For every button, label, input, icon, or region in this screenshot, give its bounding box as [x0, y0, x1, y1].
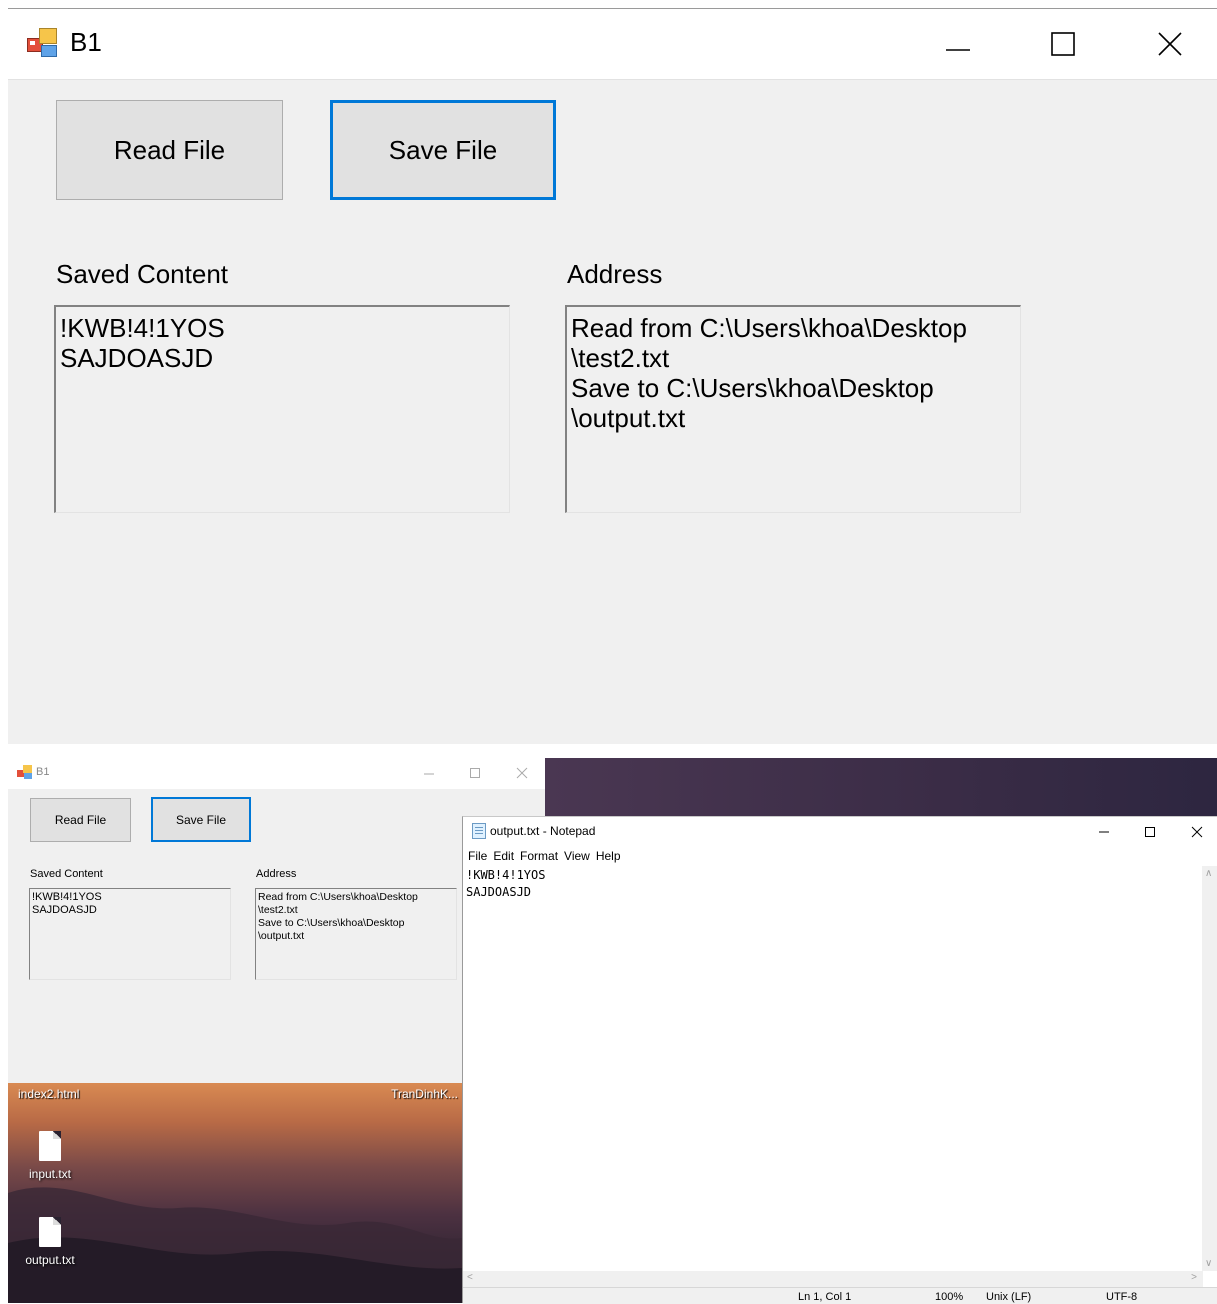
vertical-scrollbar[interactable]: ∧ ∨	[1202, 866, 1217, 1271]
saved-content-label: Saved Content	[30, 868, 103, 880]
text-file-icon	[39, 1131, 61, 1161]
scroll-right-icon[interactable]: >	[1191, 1272, 1197, 1283]
close-icon	[1158, 32, 1182, 56]
close-icon	[1191, 826, 1203, 838]
saved-content-textbox[interactable]: !KWB!4!1YOS SAJDOASJD	[54, 305, 510, 513]
maximize-button[interactable]	[464, 764, 486, 782]
address-textbox[interactable]: Read from C:\Users\khoa\Desktop \test2.t…	[565, 305, 1021, 513]
status-zoom: 100%	[935, 1291, 964, 1303]
desktop-icon-label: input.txt	[28, 1167, 72, 1181]
maximize-icon	[1051, 32, 1075, 56]
address-label: Address	[567, 259, 663, 289]
minimize-button[interactable]	[418, 764, 440, 782]
notepad-menu-bar: File Edit Format View Help	[467, 849, 626, 863]
text-file-icon	[39, 1217, 61, 1247]
minimize-icon	[424, 773, 434, 775]
close-button[interactable]	[511, 764, 533, 782]
close-button[interactable]	[1186, 823, 1208, 841]
desktop-icon-output-txt[interactable]: output.txt	[10, 1217, 90, 1267]
minimize-button[interactable]	[938, 21, 978, 67]
menu-file[interactable]: File	[467, 849, 492, 863]
maximize-button[interactable]	[1043, 21, 1083, 67]
title-bar[interactable]: B1	[8, 758, 545, 789]
saved-content-label: Saved Content	[56, 259, 229, 289]
save-file-button[interactable]: Save File	[151, 797, 251, 842]
menu-edit[interactable]: Edit	[492, 849, 519, 863]
notepad-window: output.txt - Notepad File Edit Format Vi…	[462, 816, 1217, 1304]
window-title: B1	[70, 27, 102, 57]
horizontal-scrollbar[interactable]: < >	[463, 1271, 1203, 1287]
saved-content-textbox[interactable]: !KWB!4!1YOS SAJDOASJD	[29, 888, 231, 980]
maximize-icon	[1145, 827, 1155, 837]
app-form-icon	[17, 765, 33, 780]
notepad-title: output.txt - Notepad	[490, 824, 596, 838]
address-label: Address	[256, 868, 297, 880]
desktop-label-trandinhk: TranDinhK...	[391, 1087, 458, 1101]
status-cursor-position: Ln 1, Col 1	[798, 1291, 852, 1303]
minimize-icon	[1099, 831, 1109, 833]
maximize-icon	[470, 768, 480, 778]
maximize-button[interactable]	[1139, 823, 1161, 841]
notepad-text-area[interactable]: !KWB!4!1YOS SAJDOASJD	[463, 866, 1203, 1271]
notepad-title-bar[interactable]: output.txt - Notepad	[463, 817, 1217, 847]
menu-format[interactable]: Format	[519, 849, 563, 863]
scroll-up-icon[interactable]: ∧	[1205, 868, 1212, 879]
read-file-button[interactable]: Read File	[56, 100, 283, 200]
notepad-icon	[472, 823, 486, 839]
close-button[interactable]	[1150, 21, 1190, 67]
read-file-button[interactable]: Read File	[30, 798, 131, 842]
app-form-icon	[27, 28, 59, 58]
desktop-label-index2: index2.html	[18, 1087, 80, 1101]
menu-view[interactable]: View	[563, 849, 595, 863]
status-line-ending: Unix (LF)	[986, 1291, 1032, 1303]
scroll-down-icon[interactable]: ∨	[1205, 1258, 1212, 1269]
minimize-icon	[946, 49, 970, 51]
menu-help[interactable]: Help	[595, 849, 626, 863]
close-icon	[516, 767, 528, 779]
save-file-button[interactable]: Save File	[330, 100, 556, 200]
minimize-button[interactable]	[1093, 823, 1115, 841]
address-textbox[interactable]: Read from C:\Users\khoa\Desktop \test2.t…	[255, 888, 457, 980]
scroll-left-icon[interactable]: <	[467, 1272, 473, 1283]
status-encoding: UTF-8	[1106, 1291, 1138, 1303]
notepad-status-bar: Ln 1, Col 1 100% Unix (LF) UTF-8	[463, 1287, 1217, 1304]
desktop-icon-label: output.txt	[25, 1253, 75, 1267]
desktop-icon-input-txt[interactable]: input.txt	[10, 1131, 90, 1181]
desktop-background: index2.html TranDinhK... input.txt outpu…	[8, 1083, 462, 1303]
desktop-wallpaper-top	[545, 758, 1217, 816]
window-title: B1	[36, 766, 50, 778]
title-bar[interactable]: B1	[8, 9, 1217, 80]
b1-window-large: B1 Read File Save File Saved Content !KW…	[8, 9, 1217, 744]
